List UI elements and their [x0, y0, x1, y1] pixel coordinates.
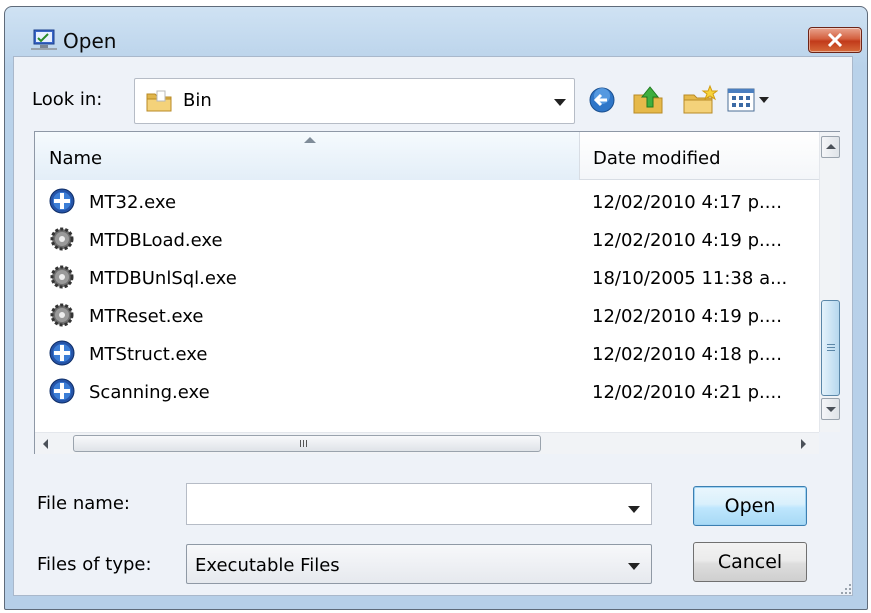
gear-app-icon	[50, 227, 74, 251]
close-button[interactable]	[808, 27, 862, 53]
file-list[interactable]: Name Date modified MT32.exe 12/02/2010 4…	[34, 131, 840, 454]
list-header: Name Date modified	[35, 132, 819, 180]
file-row[interactable]: MTStruct.exe 12/02/2010 4:18 p....	[35, 336, 819, 374]
arrow-up-icon	[826, 144, 836, 149]
cancel-button[interactable]: Cancel	[693, 542, 807, 582]
file-row[interactable]: MT32.exe 12/02/2010 4:17 p....	[35, 184, 819, 222]
chevron-down-icon[interactable]	[628, 506, 640, 513]
scroll-down-button[interactable]	[821, 398, 840, 420]
file-name: MT32.exe	[89, 192, 177, 213]
scroll-up-button[interactable]	[821, 136, 840, 158]
file-type-value: Executable Files	[195, 555, 340, 576]
file-name: Scanning.exe	[89, 382, 210, 403]
file-row[interactable]: Scanning.exe 12/02/2010 4:21 p....	[35, 374, 819, 412]
column-header-name[interactable]: Name	[35, 132, 580, 180]
back-icon[interactable]	[586, 83, 618, 117]
file-date: 12/02/2010 4:17 p....	[592, 192, 782, 213]
sort-ascending-icon	[304, 137, 316, 143]
gear-app-icon	[50, 265, 74, 289]
column-header-name-label: Name	[49, 148, 103, 169]
views-menu-icon[interactable]	[726, 83, 776, 117]
window-app-icon	[31, 29, 57, 50]
file-type-label: Files of type:	[37, 554, 152, 575]
horizontal-scroll-thumb[interactable]	[73, 435, 541, 452]
chevron-down-icon[interactable]	[554, 99, 566, 106]
file-row[interactable]: MTDBUnlSql.exe 18/10/2005 11:38 a...	[35, 260, 819, 298]
file-date: 12/02/2010 4:19 p....	[592, 230, 782, 251]
horizontal-scrollbar[interactable]	[35, 432, 819, 454]
file-date: 18/10/2005 11:38 a...	[592, 268, 788, 289]
column-header-date[interactable]: Date modified	[581, 132, 819, 180]
blue-app-icon	[49, 378, 75, 404]
file-date: 12/02/2010 4:19 p....	[592, 306, 782, 327]
chevron-down-icon	[628, 563, 640, 570]
grip-icon	[827, 344, 835, 345]
file-row[interactable]: MTReset.exe 12/02/2010 4:19 p....	[35, 298, 819, 336]
up-one-level-icon[interactable]	[630, 83, 666, 117]
column-header-date-label: Date modified	[593, 148, 721, 169]
file-date: 12/02/2010 4:21 p....	[592, 382, 782, 403]
scroll-left-icon[interactable]	[43, 439, 48, 449]
folder-icon	[146, 90, 172, 112]
open-button[interactable]: Open	[693, 486, 807, 526]
close-icon	[827, 33, 843, 47]
blue-app-icon	[49, 188, 75, 214]
resize-grip-icon[interactable]	[840, 583, 852, 595]
arrow-down-icon	[826, 407, 836, 412]
file-name-label: File name:	[37, 493, 130, 514]
gear-app-icon	[50, 303, 74, 327]
file-rows: MT32.exe 12/02/2010 4:17 p.... MTDBLoad.…	[35, 184, 819, 412]
file-name: MTDBLoad.exe	[89, 230, 223, 251]
vertical-scroll-thumb[interactable]	[821, 300, 840, 396]
vertical-scrollbar[interactable]	[819, 132, 840, 432]
file-type-select[interactable]: Executable Files	[186, 544, 652, 584]
file-name: MTStruct.exe	[89, 344, 208, 365]
look-in-label: Look in:	[32, 89, 103, 110]
file-name: MTReset.exe	[89, 306, 204, 327]
look-in-value: Bin	[183, 90, 212, 111]
grip-icon	[300, 440, 301, 447]
look-in-combo[interactable]: Bin	[134, 78, 575, 124]
new-folder-icon[interactable]	[680, 83, 718, 117]
window-title: Open	[63, 29, 117, 53]
file-row[interactable]: MTDBLoad.exe 12/02/2010 4:19 p....	[35, 222, 819, 260]
file-date: 12/02/2010 4:18 p....	[592, 344, 782, 365]
file-name-input[interactable]	[186, 483, 652, 525]
scroll-right-icon[interactable]	[801, 439, 806, 449]
blue-app-icon	[49, 340, 75, 366]
scrollbar-corner	[819, 432, 840, 454]
file-name: MTDBUnlSql.exe	[89, 268, 237, 289]
